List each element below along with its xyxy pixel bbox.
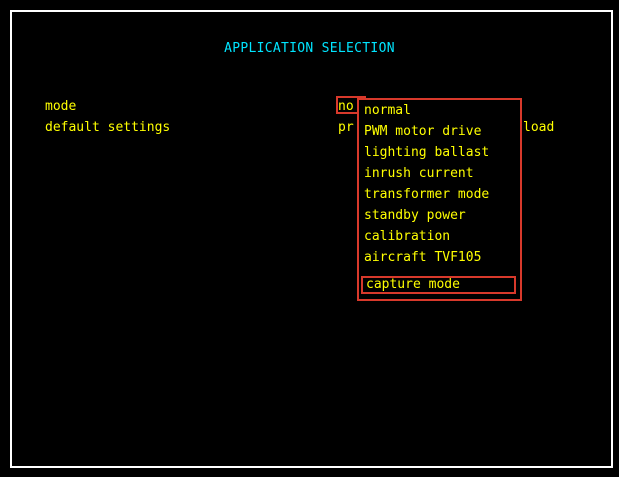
option-calibration[interactable]: calibration bbox=[364, 228, 450, 246]
page-title: APPLICATION SELECTION bbox=[224, 41, 395, 56]
option-lighting-ballast[interactable]: lighting ballast bbox=[364, 144, 489, 162]
option-pwm-motor-drive[interactable]: PWM motor drive bbox=[364, 123, 481, 141]
option-transformer-mode[interactable]: transformer mode bbox=[364, 186, 489, 204]
default-settings-value[interactable]: pr bbox=[338, 120, 354, 135]
option-capture-mode[interactable]: capture mode bbox=[361, 276, 516, 294]
option-normal[interactable]: normal bbox=[364, 102, 411, 120]
mode-value[interactable]: no bbox=[338, 99, 354, 114]
option-aircraft-tvf105[interactable]: aircraft TVF105 bbox=[364, 249, 481, 267]
instrument-screen: APPLICATION SELECTION mode no default se… bbox=[0, 0, 619, 477]
screen-frame bbox=[10, 10, 613, 468]
mode-dropdown-list[interactable]: normal PWM motor drive lighting ballast … bbox=[357, 98, 522, 301]
option-inrush-current[interactable]: inrush current bbox=[364, 165, 474, 183]
default-settings-label: default settings bbox=[45, 120, 171, 135]
default-settings-load[interactable]: load bbox=[523, 120, 554, 135]
mode-label: mode bbox=[45, 99, 77, 114]
option-standby-power[interactable]: standby power bbox=[364, 207, 466, 225]
